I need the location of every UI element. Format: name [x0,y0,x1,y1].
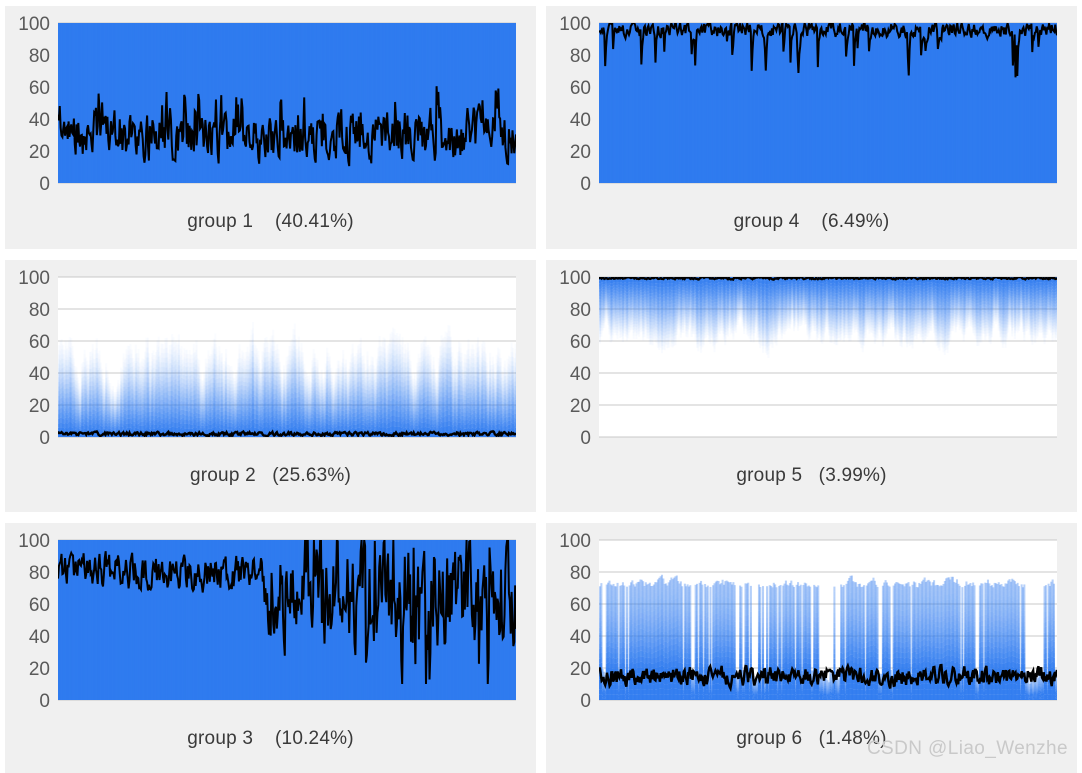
panel-group-5: 020406080100 group 5 (3.99%) [546,260,1077,512]
svg-text:40: 40 [29,364,50,385]
svg-text:20: 20 [570,142,591,163]
watermark: CSDN @Liao_Wenzhe [867,738,1068,760]
svg-text:80: 80 [29,300,50,321]
panel-group-1: 0 20 40 60 80 100 group 1 (40.41%) [5,6,536,249]
svg-text:60: 60 [29,78,50,99]
svg-text:60: 60 [29,332,50,353]
svg-text:20: 20 [29,396,50,417]
panel-caption: group 2 (25.63%) [5,465,536,487]
svg-text:0: 0 [39,174,50,195]
svg-text:100: 100 [559,14,591,35]
svg-text:100: 100 [18,268,50,289]
chart-grid: 020406080100 group 1 (40.41%) 0204060801… [0,0,1082,768]
panel-group-2: 0 20 40 60 80 100 group 2 (25.63%) [5,260,536,512]
svg-text:0: 0 [580,174,591,195]
panel-caption: group 4 (6.49%) [546,211,1077,233]
svg-text:80: 80 [570,46,591,67]
panel-group-3: 020406080100 group 3 (10.24%) [5,523,536,773]
panel-caption: group 3 (10.24%) [5,728,536,750]
svg-text:20: 20 [29,142,50,163]
svg-text:0: 0 [39,428,50,449]
panel-caption: group 5 (3.99%) [546,465,1077,487]
panel-group-4: 0 20 40 60 80 100 group 4 (6.49%) [546,6,1077,249]
panel-group-6: 020406080100 group 6 (1.48%) [546,523,1077,773]
svg-text:100: 100 [18,14,50,35]
svg-text:80: 80 [29,46,50,67]
panel-caption: group 1 (40.41%) [5,211,536,233]
svg-text:40: 40 [570,110,591,131]
svg-text:40: 40 [29,110,50,131]
svg-text:60: 60 [570,78,591,99]
